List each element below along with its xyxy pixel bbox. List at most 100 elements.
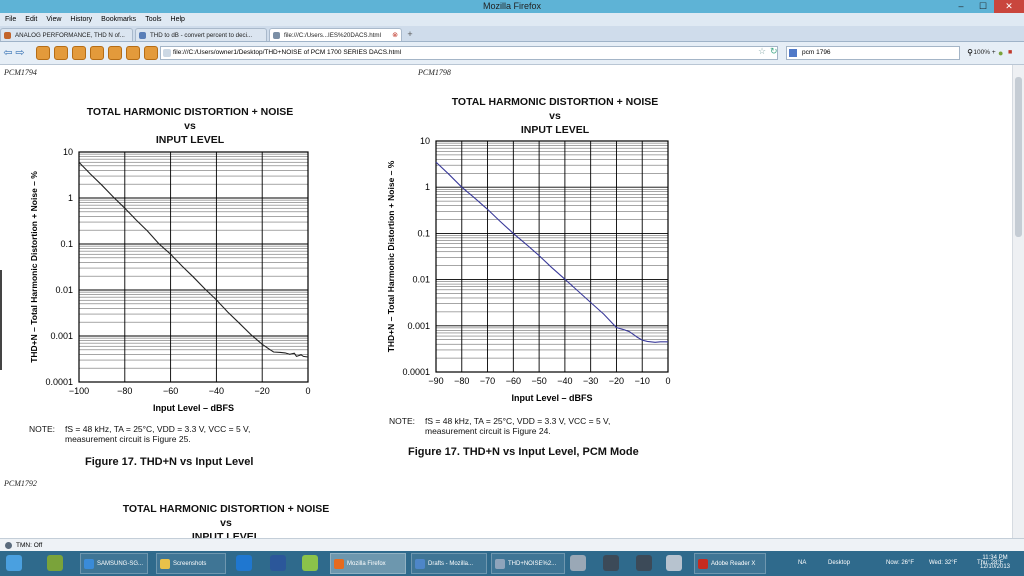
addon-icon[interactable] — [126, 46, 140, 60]
close-button[interactable]: ✕ — [994, 0, 1024, 13]
x-tick-label: −40 — [557, 376, 572, 386]
pinned-app-icon[interactable] — [47, 555, 63, 571]
note-line: fS = 48 kHz, TA = 25°C, VDD = 3.3 V, VCC… — [65, 424, 251, 434]
addon-icon[interactable]: ● — [998, 46, 1006, 60]
addon-icon[interactable] — [72, 46, 86, 60]
page-favicon-icon — [139, 32, 146, 39]
addon-icon[interactable]: ■ — [1008, 46, 1022, 60]
new-tab-button[interactable]: + — [404, 29, 416, 39]
search-box[interactable]: pcm 1796 ⚲ — [786, 46, 973, 60]
addon-icon[interactable] — [90, 46, 104, 60]
status-bar: TMN: Off — [0, 538, 1024, 552]
taskbar-window-button[interactable]: Drafts - Mozilla... — [411, 553, 487, 574]
menu-tools[interactable]: Tools — [145, 13, 161, 26]
chart-title: TOTAL HARMONIC DISTORTION + NOISE vs INP… — [40, 105, 340, 147]
address-bar[interactable]: file:///C:/Users/owner1/Desktop/THD+NOIS… — [160, 46, 778, 60]
taskbar-window-button[interactable]: Screenshots — [156, 553, 226, 574]
x-tick-label: 0 — [665, 376, 670, 386]
note-line: measurement circuit is Figure 24. — [425, 426, 551, 436]
pinned-app-icon[interactable] — [666, 555, 682, 571]
zoom-control[interactable]: – 100% + — [968, 47, 996, 59]
addon-icon[interactable] — [36, 46, 50, 60]
taskbar-button-label: THD+NOISE%2... — [508, 561, 557, 567]
tab-label: ANALOG PERFORMANCE, THD N of... — [15, 32, 125, 39]
pinned-app-icon[interactable] — [302, 555, 318, 571]
x-tick-label: −10 — [635, 376, 650, 386]
menu-bookmarks[interactable]: Bookmarks — [101, 13, 136, 26]
menu-history[interactable]: History — [70, 13, 92, 26]
y-axis-label: THD+N – Total Harmonic Distortion + Nois… — [29, 171, 39, 363]
pinned-app-icon[interactable] — [270, 555, 286, 571]
menu-view[interactable]: View — [46, 13, 61, 26]
app-icon — [495, 559, 505, 569]
search-query: pcm 1796 — [802, 49, 831, 56]
part-number-label: PCM1792 — [4, 479, 37, 488]
scrollbar-thumb[interactable] — [1015, 77, 1022, 237]
tray-item[interactable]: Now: 26°F — [886, 551, 914, 576]
taskbar-window-button[interactable]: Adobe Reader X — [694, 553, 766, 574]
chart-title: TOTAL HARMONIC DISTORTION + NOISE vs INP… — [76, 502, 376, 538]
x-tick-label: −70 — [480, 376, 495, 386]
taskbar-window-button[interactable]: SAMSUNG-SG... — [80, 553, 148, 574]
x-tick-label: −60 — [506, 376, 521, 386]
tab-analog-performance[interactable]: ANALOG PERFORMANCE, THD N of... — [0, 28, 133, 41]
addon-icon[interactable] — [144, 46, 158, 60]
tab-label: THD to dB - convert percent to deci... — [150, 32, 253, 39]
menu-bar: File Edit View History Bookmarks Tools H… — [0, 13, 1024, 26]
chart-title-line: vs — [549, 110, 561, 122]
y-tick-label: 10 — [63, 147, 73, 157]
menu-file[interactable]: File — [5, 13, 16, 26]
pinned-app-icon[interactable] — [236, 555, 252, 571]
pinned-app-icon[interactable] — [603, 555, 619, 571]
addon-icon[interactable] — [54, 46, 68, 60]
keyboard-language[interactable]: NA — [798, 551, 806, 576]
maximize-button[interactable]: ☐ — [972, 0, 994, 13]
search-engine-icon[interactable] — [789, 49, 797, 57]
part-number-label: PCM1798 — [418, 68, 451, 77]
tab-thd-to-db[interactable]: THD to dB - convert percent to deci... — [135, 28, 267, 41]
menu-help[interactable]: Help — [171, 13, 185, 26]
part-number-label: PCM1794 — [4, 68, 37, 77]
x-tick-label: −100 — [69, 386, 89, 396]
window-title-bar: Mozilla Firefox – ☐ ✕ — [0, 0, 1024, 13]
taskbar-button-label: Drafts - Mozilla... — [428, 561, 474, 567]
navigation-toolbar: ⇦ ⇨ file:///C:/Users/owner1/Desktop/THD+… — [0, 42, 1024, 65]
bookmark-star-icon[interactable]: ☆ — [758, 46, 766, 57]
plot-area — [78, 151, 309, 383]
x-tick-label: −80 — [454, 376, 469, 386]
tab-close-icon[interactable]: ⊗ — [392, 29, 398, 41]
y-tick-label: 10 — [420, 136, 430, 146]
back-button[interactable]: ⇦ — [2, 46, 14, 60]
tray-item[interactable]: Thu: 28°F — [977, 551, 1003, 576]
pinned-app-icon[interactable] — [570, 555, 586, 571]
x-tick-label: 0 — [305, 386, 310, 396]
thd-chart-pcm1798: 10 1 0.1 0.01 0.001 0.0001−90 −80 −70 −60 −50 −40 −… — [386, 136, 671, 403]
pinned-app-icon[interactable] — [636, 555, 652, 571]
taskbar-button-label: Screenshots — [173, 561, 207, 567]
reload-icon[interactable]: ↻ — [770, 46, 778, 57]
tab-local-file[interactable]: file:///C:/Users...IES%20DACS.html ⊗ — [269, 28, 402, 41]
file-icon — [273, 32, 280, 39]
taskbar-window-button[interactable]: THD+NOISE%2... — [491, 553, 565, 574]
taskbar-window-button[interactable]: Mozilla Firefox — [330, 553, 406, 574]
y-tick-label: 0.001 — [407, 321, 430, 331]
taskbar-button-label: Adobe Reader X — [711, 561, 756, 567]
tray-item[interactable]: Desktop — [828, 551, 850, 576]
chart-title-line: TOTAL HARMONIC DISTORTION + NOISE — [86, 106, 294, 118]
tab-label: file:///C:/Users...IES%20DACS.html — [284, 32, 381, 39]
menu-edit[interactable]: Edit — [25, 13, 37, 26]
vertical-scrollbar[interactable] — [1012, 65, 1024, 538]
start-button-icon[interactable] — [6, 555, 22, 571]
thd-chart-pcm1794: 1010.10.010.0010.0001−100 −80 −60 −40 −20 0In… — [29, 147, 311, 413]
forward-button[interactable]: ⇨ — [14, 46, 26, 60]
window-title: Mozilla Firefox — [482, 1, 541, 11]
addon-status-icon[interactable] — [5, 542, 12, 549]
minimize-button[interactable]: – — [950, 0, 972, 13]
x-tick-label: −90 — [428, 376, 443, 386]
y-axis-label: THD+N – Total Harmonic Distortion + Nois… — [386, 160, 396, 352]
tray-item[interactable]: Wed: 32°F — [929, 551, 957, 576]
figure-caption: Figure 17. THD+N vs Input Level, PCM Mod… — [408, 446, 639, 458]
page-favicon-icon — [4, 32, 11, 39]
addon-icon[interactable] — [108, 46, 122, 60]
window-controls: – ☐ ✕ — [950, 0, 1024, 13]
